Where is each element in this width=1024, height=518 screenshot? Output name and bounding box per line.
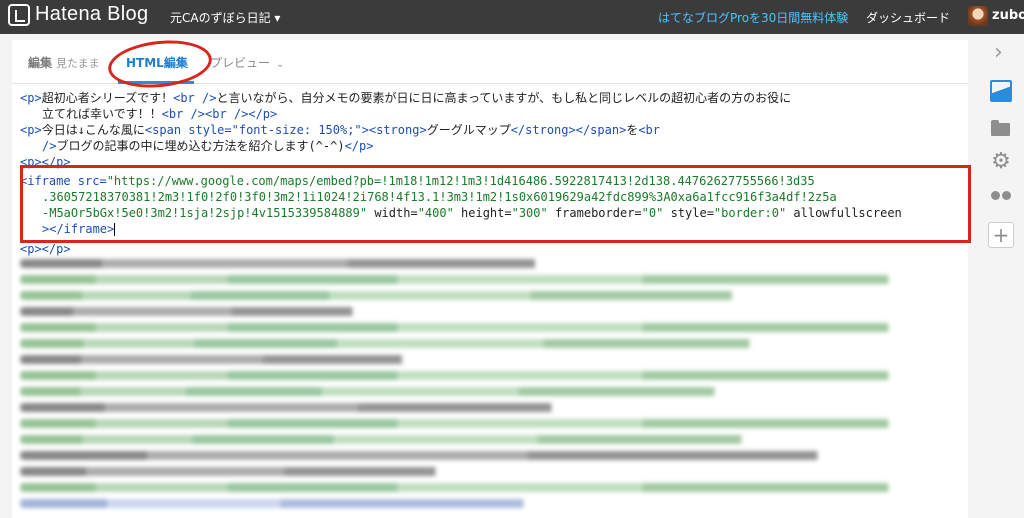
- dashboard-link[interactable]: ダッシュボード: [866, 9, 950, 26]
- tab-edit-label: 編集: [28, 56, 53, 70]
- tab-preview[interactable]: プレビュー ⌄: [210, 54, 284, 71]
- user-name[interactable]: zubor: [992, 8, 1024, 23]
- top-bar: Hatena Blog 元CAのずぼら日記 ▾ はてなブログProを30日間無料…: [0, 0, 1024, 34]
- pro-trial-link[interactable]: はてなブログProを30日間無料体験: [658, 9, 848, 26]
- plus-icon[interactable]: +: [988, 222, 1014, 248]
- logo-text: Hatena Blog: [35, 3, 149, 25]
- code-line: />ブログの記事の中に埋め込む方法を紹介します(^-^)</p>: [42, 139, 374, 153]
- chevron-down-icon: ⌄: [276, 59, 285, 70]
- chevron-right-icon[interactable]: ›: [994, 40, 1016, 65]
- tab-edit-sub: 見たまま: [56, 57, 100, 70]
- dots-icon[interactable]: [990, 186, 1012, 208]
- red-box-annotation: [20, 165, 971, 243]
- tab-wysiwyg[interactable]: 編集 見たまま: [28, 54, 100, 71]
- avatar[interactable]: [968, 6, 988, 26]
- hatena-logo-icon: [8, 3, 30, 26]
- code-line: <p>超初心者シリーズです！<br />と言いながら、自分メモの要素が日に日に高…: [20, 91, 792, 105]
- code-line: 立てれば幸いです！！<br /><br /></p>: [42, 107, 278, 121]
- blurred-code-region: [20, 252, 964, 518]
- image-icon[interactable]: [990, 80, 1012, 102]
- blog-selector[interactable]: 元CAのずぼら日記 ▾: [170, 9, 280, 26]
- code-line: <p>今日は↓こんな風に<span style="font-size: 150%…: [20, 123, 660, 137]
- gear-icon[interactable]: ⚙: [990, 151, 1012, 173]
- right-sidebar: › ⚙ +: [980, 34, 1024, 518]
- folder-icon[interactable]: [990, 117, 1012, 139]
- editor-panel: 編集 見たまま HTML編集 プレビュー ⌄ <p>超初心者シリーズです！<br /…: [12, 35, 971, 518]
- hatena-blog-logo[interactable]: Hatena Blog: [8, 3, 148, 26]
- tab-preview-label: プレビュー: [210, 56, 271, 70]
